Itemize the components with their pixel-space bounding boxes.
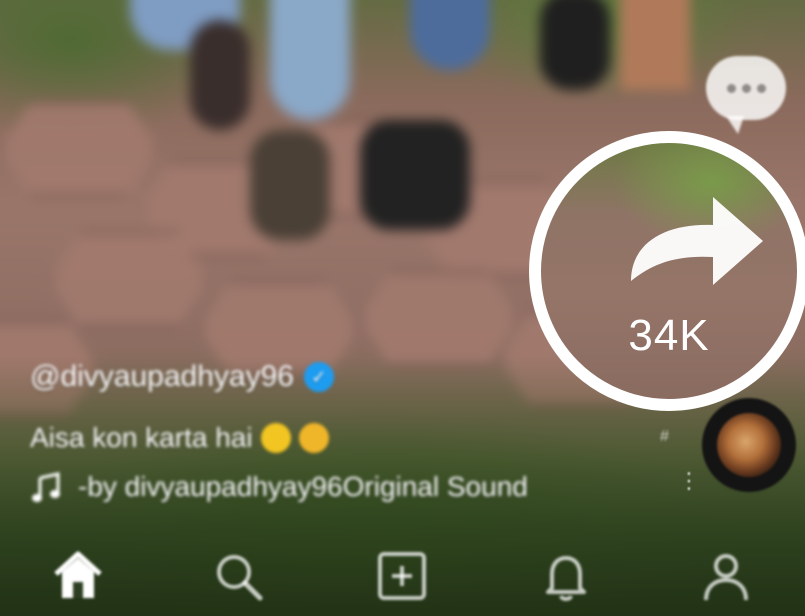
wooden-post [620,0,690,90]
author-username[interactable]: @divyaupadhyay96 [30,360,294,394]
shoe [250,130,330,240]
sandal [360,120,470,230]
nav-home[interactable] [50,548,106,604]
share-count: 34K [628,311,710,360]
paving-tile [50,230,208,328]
author-handle-row[interactable]: @divyaupadhyay96 ✓ [30,360,334,394]
video-caption-row: Aisa kon karta hai [30,418,333,458]
nav-profile[interactable] [698,548,754,604]
music-note-icon [32,472,60,502]
home-icon [54,551,102,598]
nav-notifications[interactable] [538,548,594,604]
small-glyph: # [660,428,669,445]
shoe [190,20,250,130]
paving-tile [0,100,158,198]
sandal [540,0,610,90]
search-icon [217,555,263,601]
profile-icon [704,554,748,601]
nav-search[interactable] [210,548,266,604]
comment-bubble-icon [726,83,736,93]
nav-add[interactable] [374,548,430,604]
emoji-kiss-icon [294,418,333,458]
paving-tile [360,270,518,368]
emoji-sweat-icon [260,423,291,453]
verified-badge-icon: ✓ [303,362,334,392]
music-disc-button[interactable] [702,398,796,492]
sound-cover-image [717,413,781,477]
comment-dot [741,83,751,93]
share-arrow-icon[interactable] [625,193,765,293]
more-options-icon[interactable]: ⋮ [678,470,700,500]
add-post-icon [378,552,426,600]
comment-dot [756,83,766,93]
bell-icon [546,556,586,601]
share-highlight-circle[interactable]: 34K [529,131,805,411]
video-caption: Aisa kon karta hai [30,422,253,453]
person-leg [270,0,350,120]
person-leg [410,0,490,70]
bottom-nav [0,522,805,616]
sound-row[interactable]: -by divyaupadhyay96Original Sound [30,470,528,504]
comment-button[interactable] [706,56,786,134]
sound-name[interactable]: -by divyaupadhyay96Original Sound [78,471,528,503]
